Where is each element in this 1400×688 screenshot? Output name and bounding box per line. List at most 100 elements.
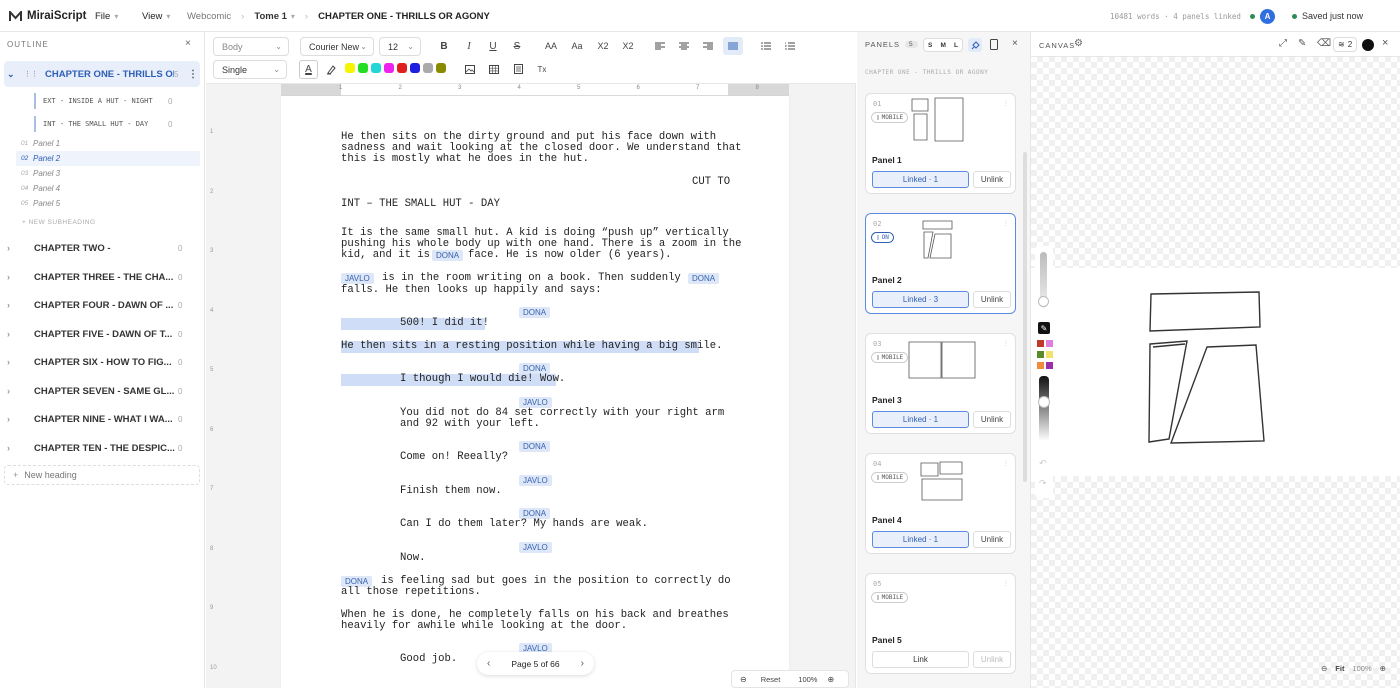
subheading-item[interactable]: EXT - INSIDE A HUT - NIGHT xyxy=(34,93,179,109)
chevron-right-icon[interactable]: › xyxy=(7,443,17,453)
size-s-button[interactable]: S xyxy=(928,42,932,49)
action-text[interactable]: this is mostly what he does in the hut. xyxy=(341,154,589,165)
spacing-select[interactable]: Single ⌄ xyxy=(213,60,287,79)
chapter-item[interactable]: › CHAPTER FOUR - DAWN OF ... 0 xyxy=(4,293,200,317)
unlink-button[interactable]: Unlink xyxy=(973,291,1011,308)
close-icon[interactable]: × xyxy=(185,38,191,49)
brush-size-thumb[interactable] xyxy=(1038,296,1049,307)
close-icon[interactable]: × xyxy=(1382,37,1388,49)
app-logo[interactable]: MiraiScript xyxy=(9,0,86,32)
linked-button[interactable]: Linked · 1 xyxy=(872,171,969,188)
color-swatch[interactable] xyxy=(410,63,420,73)
mobile-chip[interactable]: ▯ MOBILE xyxy=(871,112,909,123)
style-select[interactable]: Body ⌄ xyxy=(213,37,289,56)
opacity-slider[interactable] xyxy=(1039,376,1049,441)
character-cue[interactable]: DONA xyxy=(519,441,551,452)
character-tag[interactable]: DONA xyxy=(432,250,464,261)
unlink-button[interactable]: Unlink xyxy=(973,411,1011,428)
chapter-item[interactable]: › CHAPTER TEN - THE DESPIC... 0 xyxy=(4,436,200,460)
drag-handle-icon[interactable]: ⋮ xyxy=(1003,340,1009,347)
chapter-item[interactable]: › CHAPTER FIVE - DAWN OF T... 0 xyxy=(4,322,200,346)
avatar[interactable]: A xyxy=(1260,8,1275,24)
zoom-icon[interactable]: ⊖ xyxy=(1321,664,1327,673)
close-icon[interactable]: × xyxy=(1012,38,1018,49)
transition-text[interactable]: CUT TO xyxy=(692,177,730,188)
chapter-item[interactable]: › CHAPTER THREE - THE CHA... 0 xyxy=(4,265,200,289)
drag-handle-icon[interactable]: ⋮ xyxy=(1003,580,1009,587)
italic-button[interactable]: I xyxy=(461,37,477,55)
fit-button[interactable]: Fit xyxy=(1335,664,1344,673)
unlink-button[interactable]: Unlink xyxy=(973,531,1011,548)
character-tag[interactable]: DONA xyxy=(688,273,720,284)
chevron-right-icon[interactable]: › xyxy=(7,329,17,339)
dialogue-text[interactable]: 500! I did it! xyxy=(400,318,489,329)
undo-icon[interactable]: ↶ xyxy=(1039,458,1047,469)
bold-button[interactable]: B xyxy=(436,37,452,55)
layers-button[interactable]: ≋ 2 xyxy=(1333,37,1358,52)
palette-color[interactable] xyxy=(1037,351,1044,358)
panel-card[interactable]: 03 ▯ MOBILE ⋮ Panel 3 Linked · 1 Unlink xyxy=(865,333,1016,434)
view-menu[interactable]: View ▾ xyxy=(142,0,170,32)
dialogue-text[interactable]: I though I would die! Wow. xyxy=(400,374,565,385)
table-icon[interactable] xyxy=(486,60,502,78)
uppercase-button[interactable]: AA xyxy=(540,37,562,55)
character-cue[interactable]: JAVLO xyxy=(519,542,552,553)
mobile-chip[interactable]: ▯ MOBILE xyxy=(871,592,909,603)
drag-handle-icon[interactable]: ⋮ xyxy=(1003,460,1009,467)
mobile-icon[interactable] xyxy=(990,39,998,50)
text-color-button[interactable]: A xyxy=(299,60,318,79)
unlink-button[interactable]: Unlink xyxy=(973,171,1011,188)
action-text[interactable]: face. He is now older (6 years). xyxy=(468,250,671,261)
dialogue-text[interactable]: Good job. xyxy=(400,654,457,665)
font-select[interactable]: Courier New ⌄ xyxy=(300,37,374,56)
lowercase-button[interactable]: Aa xyxy=(566,37,588,55)
drag-handle-icon[interactable]: ⋮ xyxy=(1003,220,1009,227)
action-text[interactable]: He then sits in a resting position while… xyxy=(341,341,722,352)
panel-item[interactable]: 05 Panel 5 xyxy=(16,196,200,211)
drag-handle-icon[interactable]: ⋮ xyxy=(1003,100,1009,107)
action-text[interactable]: heavily for awhile while looking at the … xyxy=(341,621,627,632)
chapter-item[interactable]: › CHAPTER NINE - WHAT I WA... 0 xyxy=(4,407,200,431)
superscript-button[interactable]: X2 xyxy=(618,37,638,55)
color-swatch[interactable] xyxy=(384,63,394,73)
chevron-right-icon[interactable]: › xyxy=(7,386,17,396)
panel-card[interactable]: 05 ▯ MOBILE ⋮ Panel 5 Link Unlink xyxy=(865,573,1016,674)
panel-item-active[interactable]: 02 Panel 2 xyxy=(16,151,200,166)
numbered-list-icon[interactable] xyxy=(782,37,798,55)
prev-page-icon[interactable]: ‹ xyxy=(487,658,490,669)
size-select[interactable]: 12 ⌄ xyxy=(379,37,421,56)
breadcrumb-project[interactable]: Webcomic xyxy=(187,11,231,22)
scrollbar[interactable] xyxy=(1023,152,1027,482)
color-swatch[interactable] xyxy=(423,63,433,73)
dialogue-text[interactable]: Can I do them later? My hands are weak. xyxy=(400,519,648,530)
panel-card[interactable]: 04 ▯ MOBILE ⋮ Panel 4 Linked · 1 Unlink xyxy=(865,453,1016,554)
pencil-icon[interactable]: ✎ xyxy=(1298,38,1306,49)
chevron-right-icon[interactable]: › xyxy=(7,357,17,367)
drawing-canvas[interactable]: CANVAS ⚙ ⤢ ✎ ⌫ ≋ 2 × ✎ ↶ ↷ ⊖ Fit 100% ⊕ xyxy=(1031,32,1400,688)
link-button[interactable]: Link xyxy=(872,651,969,668)
action-text[interactable]: kid, and it is xyxy=(341,250,430,261)
zoom-in-icon[interactable]: ⊕ xyxy=(827,675,834,684)
image-icon[interactable] xyxy=(462,60,478,78)
linked-button[interactable]: Linked · 1 xyxy=(872,411,969,428)
expand-icon[interactable]: ⤢ xyxy=(1279,38,1287,49)
mobile-chip[interactable]: ▯ MOBILE xyxy=(871,352,909,363)
chapter-item-active[interactable]: ⌄ ⋮⋮ CHAPTER ONE - THRILLS OR... 5 ⋮ xyxy=(4,61,200,87)
dialogue-text[interactable]: Now. xyxy=(400,553,425,564)
panel-item[interactable]: 03 Panel 3 xyxy=(16,166,200,181)
chevron-down-icon[interactable]: ⌄ xyxy=(7,69,17,80)
redo-icon[interactable]: ↷ xyxy=(1039,478,1047,489)
linked-button[interactable]: Linked · 3 xyxy=(872,291,969,308)
action-text[interactable]: falls. He then looks up happily and says… xyxy=(341,285,602,296)
new-heading-button[interactable]: + New heading xyxy=(4,465,200,485)
zoom-out-icon[interactable]: ⊖ xyxy=(740,675,747,684)
chevron-right-icon[interactable]: › xyxy=(7,272,17,282)
strikethrough-button[interactable]: S xyxy=(509,37,525,55)
link-mode-icon[interactable] xyxy=(968,38,982,52)
align-left-icon[interactable] xyxy=(652,37,668,55)
align-justify-icon[interactable] xyxy=(723,37,743,55)
panel-item[interactable]: 04 Panel 4 xyxy=(16,181,200,196)
bullet-list-icon[interactable] xyxy=(758,37,774,55)
dialogue-text[interactable]: and 92 with your left. xyxy=(400,419,540,430)
scene-heading[interactable]: INT – THE SMALL HUT - DAY xyxy=(341,199,500,210)
